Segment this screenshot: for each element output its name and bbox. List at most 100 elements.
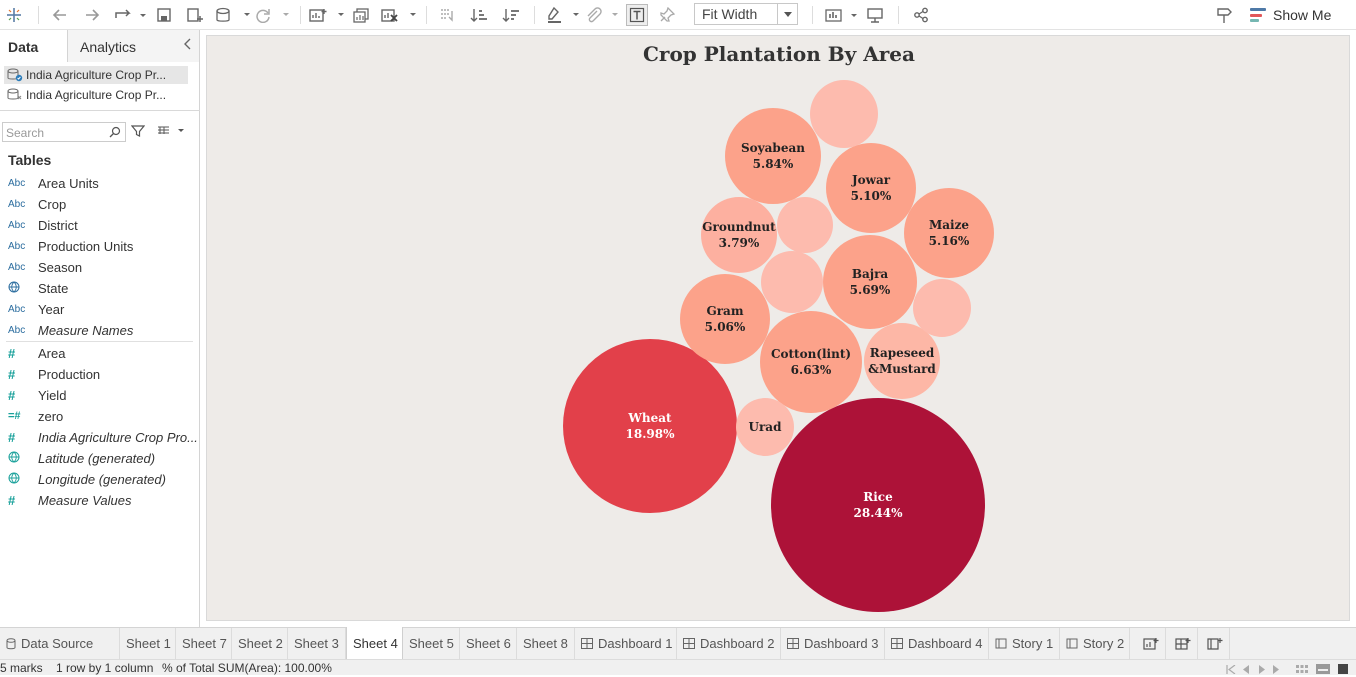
show-mark-labels-icon[interactable] <box>626 4 648 26</box>
bubble-soyabean[interactable]: Soyabean 5.84% <box>725 108 821 204</box>
field-measure[interactable]: Longitude (generated) <box>8 469 166 489</box>
clear-sheet-icon[interactable] <box>380 4 418 26</box>
new-worksheet-tab-icon[interactable] <box>1136 628 1166 659</box>
new-data-source-icon[interactable] <box>184 4 206 26</box>
bubble-rapeseed-mustard[interactable]: Rapeseed&Mustard <box>864 323 940 399</box>
new-dashboard-tab-icon[interactable] <box>1168 628 1198 659</box>
tab-sheet[interactable]: Sheet 3 <box>288 628 346 659</box>
fit-dropdown[interactable]: Fit Width <box>694 3 798 25</box>
field-dimension[interactable]: Abc District <box>8 215 78 235</box>
bubble-unlabeled[interactable] <box>777 197 833 253</box>
tab-analytics[interactable]: Analytics <box>68 30 199 62</box>
field-dimension[interactable]: Abc Crop <box>8 194 66 214</box>
fix-axes-pin-icon[interactable] <box>656 4 678 26</box>
tab-dashboard[interactable]: Dashboard 3 <box>781 628 885 659</box>
field-measure[interactable]: =# zero <box>8 406 63 426</box>
collapse-pane-icon[interactable] <box>183 38 193 53</box>
bubble-mark[interactable] <box>913 279 971 337</box>
bubble-mark[interactable] <box>761 251 823 313</box>
field-dimension[interactable]: Abc Year <box>8 299 64 319</box>
datasource-connected-icon <box>4 68 26 82</box>
duplicate-sheet-icon[interactable] <box>350 4 372 26</box>
field-dimension[interactable]: Abc Measure Names <box>8 320 133 340</box>
bubble-gram[interactable]: Gram 5.06% <box>680 274 770 364</box>
bubble-wheat[interactable]: Wheat 18.98% <box>563 339 737 513</box>
refresh-icon[interactable] <box>254 4 292 26</box>
show-labels-cards-icon[interactable] <box>824 4 860 26</box>
viz-canvas[interactable]: Crop Plantation By Area Rice 28.44% Wheat 1… <box>206 35 1350 621</box>
bubble-jowar[interactable]: Jowar 5.10% <box>826 143 916 233</box>
bubble-unlabeled[interactable] <box>761 251 823 313</box>
bubble-rice[interactable]: Rice 28.44% <box>771 398 985 612</box>
datasource-item-2[interactable]: India Agriculture Crop Pr... <box>4 86 188 104</box>
tab-dashboard[interactable]: Dashboard 2 <box>677 628 781 659</box>
tab-dashboard[interactable]: Dashboard 4 <box>885 628 989 659</box>
tab-data-source[interactable]: Data Source <box>0 628 120 659</box>
tab-sheet[interactable]: Sheet 5 <box>403 628 460 659</box>
presentation-mode-icon[interactable] <box>864 4 886 26</box>
redo-icon[interactable] <box>82 4 102 26</box>
replay-animation-icon[interactable] <box>112 4 148 26</box>
bubble-mark[interactable] <box>864 323 940 399</box>
field-measure[interactable]: # Measure Values <box>8 490 131 510</box>
tab-sheet[interactable]: Sheet 4 <box>346 627 403 659</box>
bubble-mark[interactable] <box>777 197 833 253</box>
bubble-mark[interactable] <box>904 188 994 278</box>
sort-descending-icon[interactable] <box>500 4 522 26</box>
filter-icon[interactable] <box>131 124 145 138</box>
bubble-bajra[interactable]: Bajra 5.69% <box>823 235 917 329</box>
sort-ascending-icon[interactable] <box>468 4 490 26</box>
group-members-icon[interactable] <box>584 4 622 26</box>
tab-sheet[interactable]: Sheet 6 <box>460 628 517 659</box>
field-measure[interactable]: # India Agriculture Crop Pro... <box>8 427 198 447</box>
field-measure[interactable]: # Yield <box>8 385 66 405</box>
save-icon[interactable] <box>154 4 174 26</box>
view-options-icon[interactable] <box>157 126 185 136</box>
new-story-tab-icon[interactable] <box>1200 628 1230 659</box>
highlight-icon[interactable] <box>546 4 582 26</box>
share-icon[interactable] <box>910 4 932 26</box>
bubble-urad[interactable]: Urad <box>736 398 794 456</box>
field-measure[interactable]: # Area <box>8 343 65 363</box>
datasource-name: India Agriculture Crop Pr... <box>26 68 167 82</box>
datasource-item-1[interactable]: India Agriculture Crop Pr... <box>4 66 188 84</box>
bubble-mark[interactable] <box>823 235 917 329</box>
field-dimension[interactable]: Abc Production Units <box>8 236 133 256</box>
bubble-unlabeled[interactable] <box>913 279 971 337</box>
search-input[interactable]: Search <box>2 122 126 142</box>
bubble-groundnut[interactable]: Groundnut 3.79% <box>701 197 777 273</box>
new-worksheet-icon[interactable] <box>308 4 344 26</box>
bubble-unlabeled[interactable] <box>810 80 878 148</box>
swap-rows-columns-icon[interactable] <box>436 4 458 26</box>
pause-auto-updates-icon[interactable] <box>214 4 254 26</box>
bubble-cotton-lint[interactable]: Cotton(lint) 6.63% <box>760 311 862 413</box>
bubble-mark[interactable] <box>810 80 878 148</box>
bubble-mark[interactable] <box>563 339 737 513</box>
tab-dashboard[interactable]: Dashboard 1 <box>575 628 677 659</box>
tab-story[interactable]: Story 2 <box>1060 628 1130 659</box>
tab-sheet[interactable]: Sheet 2 <box>232 628 288 659</box>
tab-story[interactable]: Story 1 <box>989 628 1060 659</box>
tab-data[interactable]: Data <box>0 30 68 62</box>
field-measure[interactable]: # Production <box>8 364 100 384</box>
field-dimension[interactable]: Abc Area Units <box>8 173 99 193</box>
bubble-mark[interactable] <box>725 108 821 204</box>
bubble-mark[interactable] <box>701 197 777 273</box>
show-me-button[interactable]: Show Me <box>1250 4 1331 26</box>
field-dimension[interactable]: Abc Season <box>8 257 82 277</box>
tab-sheet[interactable]: Sheet 8 <box>517 628 575 659</box>
field-measure[interactable]: Latitude (generated) <box>8 448 155 468</box>
signpost-icon[interactable] <box>1212 4 1236 26</box>
tableau-logo-icon[interactable] <box>4 4 24 26</box>
bubble-mark[interactable] <box>680 274 770 364</box>
string-type-icon: Abc <box>8 324 26 336</box>
field-name: Yield <box>38 387 67 403</box>
tab-sheet[interactable]: Sheet 7 <box>176 628 232 659</box>
tab-sheet[interactable]: Sheet 1 <box>120 628 176 659</box>
field-dimension[interactable]: State <box>8 278 68 298</box>
bubble-mark[interactable] <box>760 311 862 413</box>
bubble-maize[interactable]: Maize 5.16% <box>904 188 994 278</box>
bubble-mark[interactable] <box>771 398 985 612</box>
undo-icon[interactable] <box>50 4 70 26</box>
bubble-mark[interactable] <box>826 143 916 233</box>
